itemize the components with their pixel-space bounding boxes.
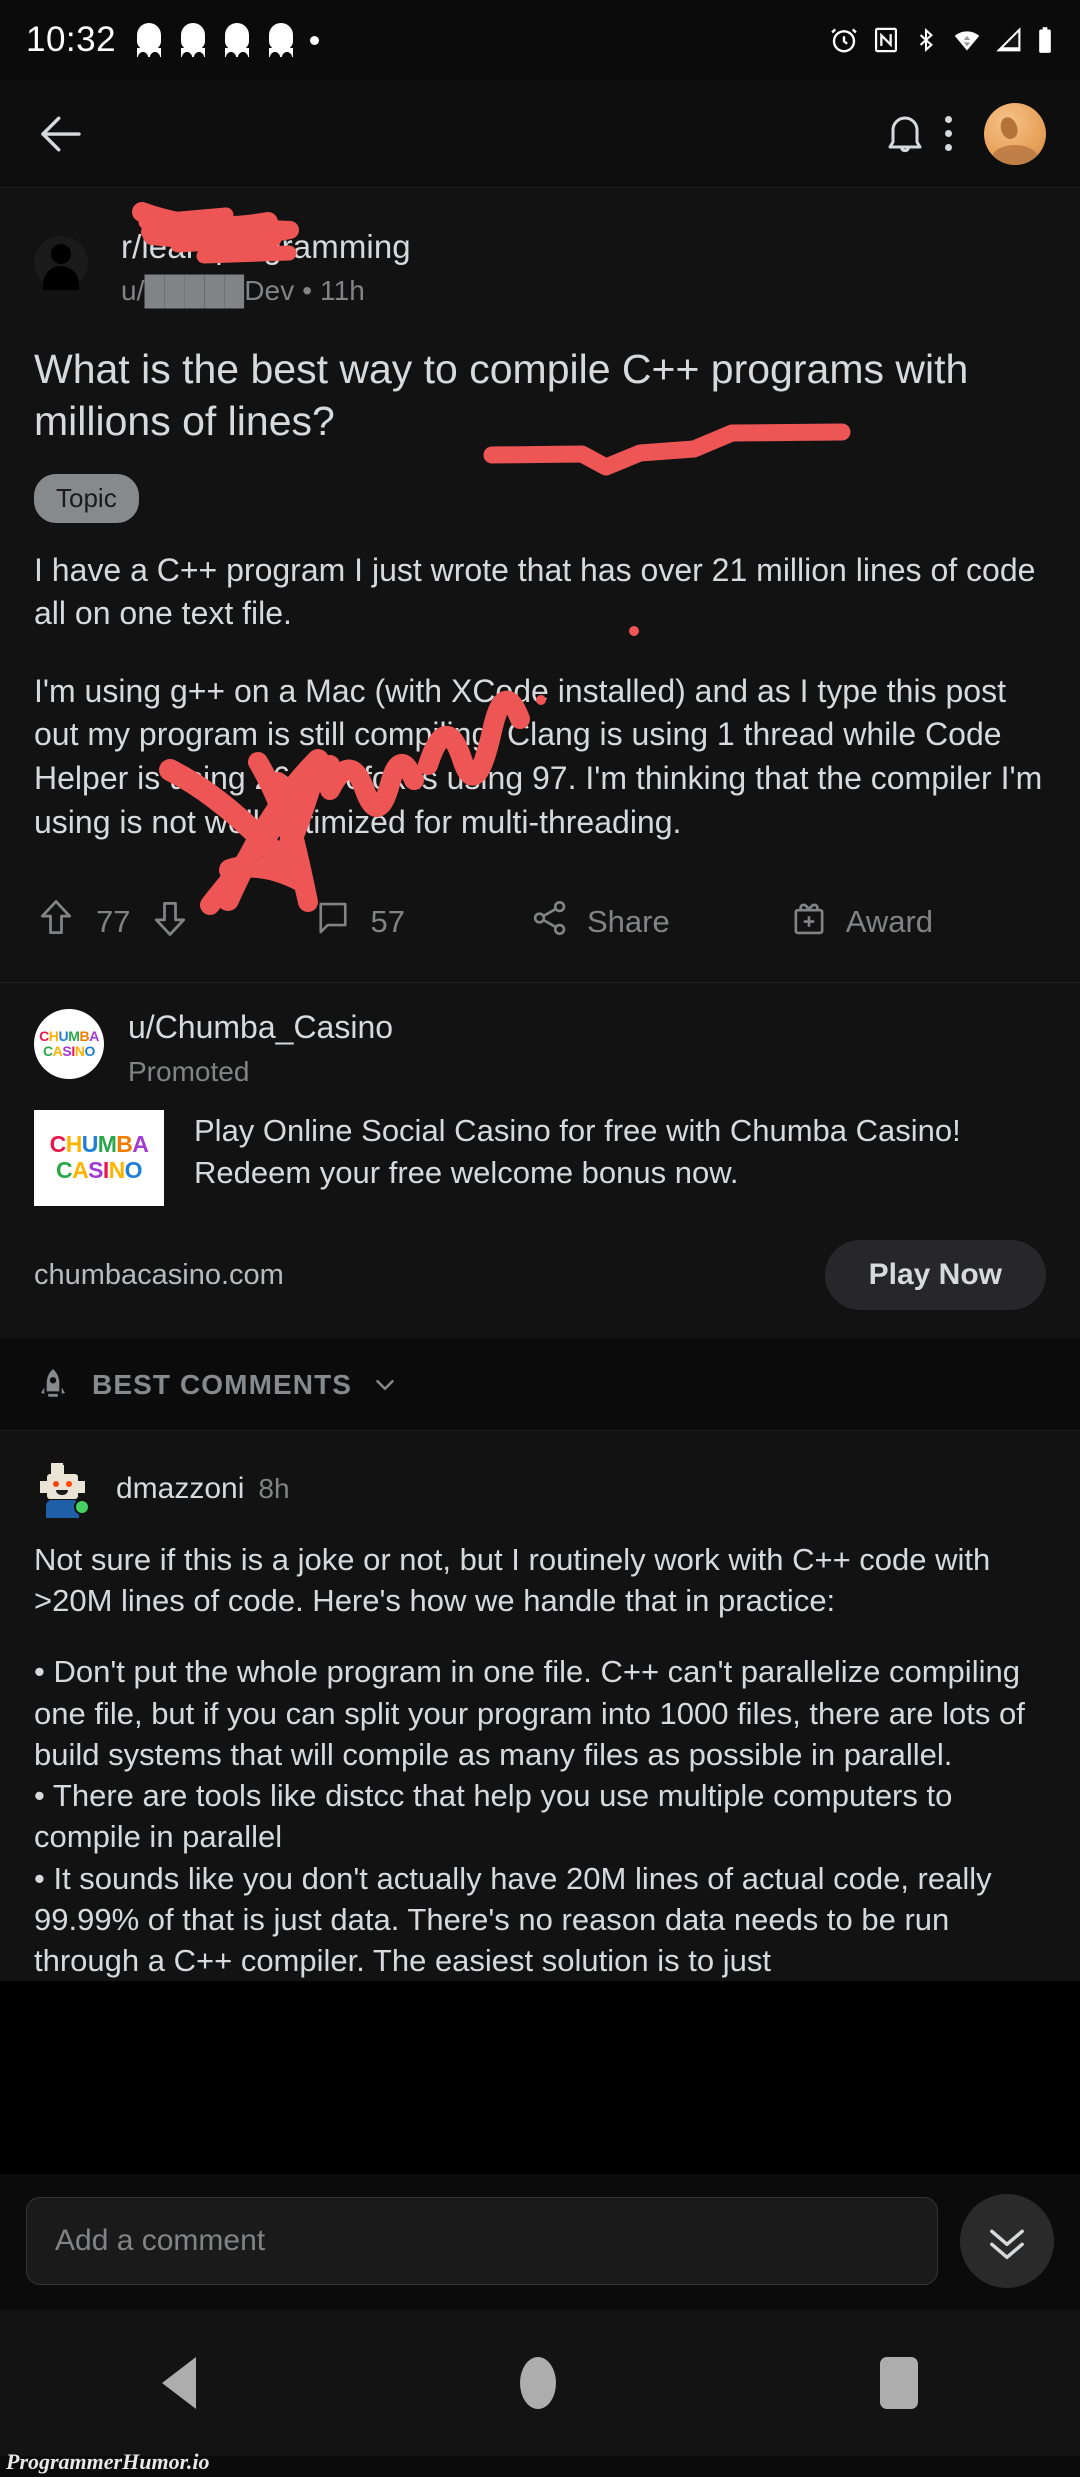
comment-header: dmazzoni 8h (34, 1461, 1046, 1519)
post-action-bar: 77 57 Share Award (0, 878, 1080, 982)
post-byline: u/█████Dev • 11h (121, 275, 365, 306)
status-bar-notification-icons (134, 23, 320, 57)
comments-sort-bar[interactable]: BEST COMMENTS (0, 1338, 1080, 1431)
post-body-paragraph-1: I have a C++ program I just wrote that h… (34, 551, 1036, 632)
post-header: r/learnprogramming u/█████Dev • 11h (0, 228, 1080, 307)
ad-header: CHUMBA CASINO u/Chumba_Casino Promoted (34, 1009, 1046, 1088)
nav-back-icon[interactable] (162, 2357, 196, 2409)
status-bar-system-icons (829, 25, 1054, 55)
comment-count: 57 (370, 904, 405, 940)
status-bar: 10:32 (0, 0, 1080, 80)
ad-username[interactable]: u/Chumba_Casino (128, 1009, 393, 1046)
post-header-text: r/learnprogramming u/█████Dev • 11h (121, 228, 411, 307)
downvote-icon[interactable] (148, 896, 192, 948)
jump-to-next-button[interactable] (960, 2194, 1054, 2288)
comment-composer (0, 2174, 1080, 2310)
bluetooth-icon (913, 26, 939, 54)
award-gift-icon (788, 897, 830, 947)
comment-item: dmazzoni 8h Not sure if this is a joke o… (0, 1430, 1080, 1982)
post-card: r/learnprogramming u/█████Dev • 11h What… (0, 188, 1080, 983)
ad-url[interactable]: chumbacasino.com (34, 1259, 284, 1292)
play-now-button[interactable]: Play Now (824, 1240, 1046, 1311)
ad-description: Play Online Social Casino for free with … (194, 1113, 961, 1190)
comment-bullet-list: • Don't put the whole program in one fil… (34, 1651, 1046, 1981)
snapchat-ghost-icon (266, 23, 296, 57)
ad-thumbnail[interactable]: CHUMBA CASINO (34, 1110, 164, 1207)
dot-icon (310, 35, 320, 45)
award-button[interactable]: Award (788, 897, 933, 947)
comment-bullet-1: • Don't put the whole program in one fil… (34, 1654, 1025, 1772)
ad-advertiser-avatar: CHUMBA CASINO (34, 1009, 104, 1080)
watermark: ProgrammerHumor.io (6, 2449, 210, 2474)
ad-body: CHUMBA CASINO Play Online Social Casino … (34, 1110, 1046, 1207)
share-icon (529, 897, 571, 947)
ad-avatar-line1: CHUMBA (39, 1028, 99, 1045)
award-label: Award (845, 904, 934, 940)
subreddit-name[interactable]: r/learnprogramming (121, 228, 411, 266)
add-comment-input[interactable] (26, 2197, 938, 2285)
alarm-icon (829, 25, 859, 55)
chevron-down-icon[interactable] (370, 1370, 400, 1400)
battery-icon (1036, 26, 1054, 54)
overflow-menu-icon[interactable] (929, 106, 968, 161)
back-arrow-icon[interactable] (34, 107, 88, 161)
android-nav-bar (0, 2310, 1080, 2456)
status-bar-clock: 10:32 (26, 20, 117, 59)
rocket-icon (34, 1366, 72, 1404)
post-body: I have a C++ program I just wrote that h… (0, 523, 1080, 844)
snapchat-ghost-pin-icon (222, 23, 252, 57)
post-title: What is the best way to compile C++ prog… (34, 346, 969, 445)
promoted-ad-card[interactable]: CHUMBA CASINO u/Chumba_Casino Promoted C… (0, 982, 1080, 1339)
sort-label: BEST COMMENTS (92, 1369, 353, 1401)
nav-home-icon[interactable] (520, 2357, 556, 2409)
comment-author[interactable]: dmazzoni (116, 1472, 244, 1506)
signal-icon (995, 26, 1023, 54)
nav-recent-apps-icon[interactable] (880, 2357, 918, 2409)
app-bar (0, 80, 1080, 188)
comments-button[interactable]: 57 (312, 897, 405, 947)
vote-count: 77 (96, 904, 131, 940)
comment-paragraph-1: Not sure if this is a joke or not, but I… (34, 1542, 991, 1619)
online-status-dot (74, 1499, 90, 1516)
upvote-icon[interactable] (34, 896, 78, 948)
ad-thumb-line2: CASINO (56, 1157, 143, 1184)
comment-timestamp: 8h (258, 1473, 290, 1505)
snapchat-ghost-icon (178, 23, 208, 57)
share-button[interactable]: Share (529, 897, 670, 947)
comment-body: Not sure if this is a joke or not, but I… (34, 1539, 1046, 1981)
wifi-icon (952, 26, 982, 54)
comment-bullet-2: • There are tools like distcc that help … (34, 1778, 953, 1855)
post-flair-badge[interactable]: Topic (34, 473, 139, 523)
share-label: Share (586, 904, 670, 940)
double-chevron-down-icon (981, 2214, 1033, 2269)
vote-group: 77 (34, 896, 192, 948)
ad-footer: chumbacasino.com Play Now (34, 1240, 1046, 1311)
nfc-icon (872, 26, 900, 54)
ad-promoted-label: Promoted (128, 1056, 250, 1088)
ad-thumb-line1: CHUMBA (49, 1131, 149, 1158)
bell-icon[interactable] (881, 110, 929, 158)
profile-avatar[interactable] (984, 102, 1046, 165)
comment-avatar[interactable] (34, 1461, 90, 1519)
subreddit-avatar-icon[interactable] (34, 236, 88, 290)
post-body-paragraph-2: I'm using g++ on a Mac (with XCode insta… (34, 672, 1043, 840)
ad-header-text: u/Chumba_Casino Promoted (128, 1009, 393, 1088)
ad-avatar-line2: CASINO (42, 1043, 96, 1060)
post-flair-row: Topic (0, 448, 1080, 523)
comment-bullet-3: • It sounds like you don't actually have… (34, 1860, 992, 1978)
comment-bubble-icon (312, 897, 354, 947)
snapchat-ghost-icon (134, 23, 164, 57)
